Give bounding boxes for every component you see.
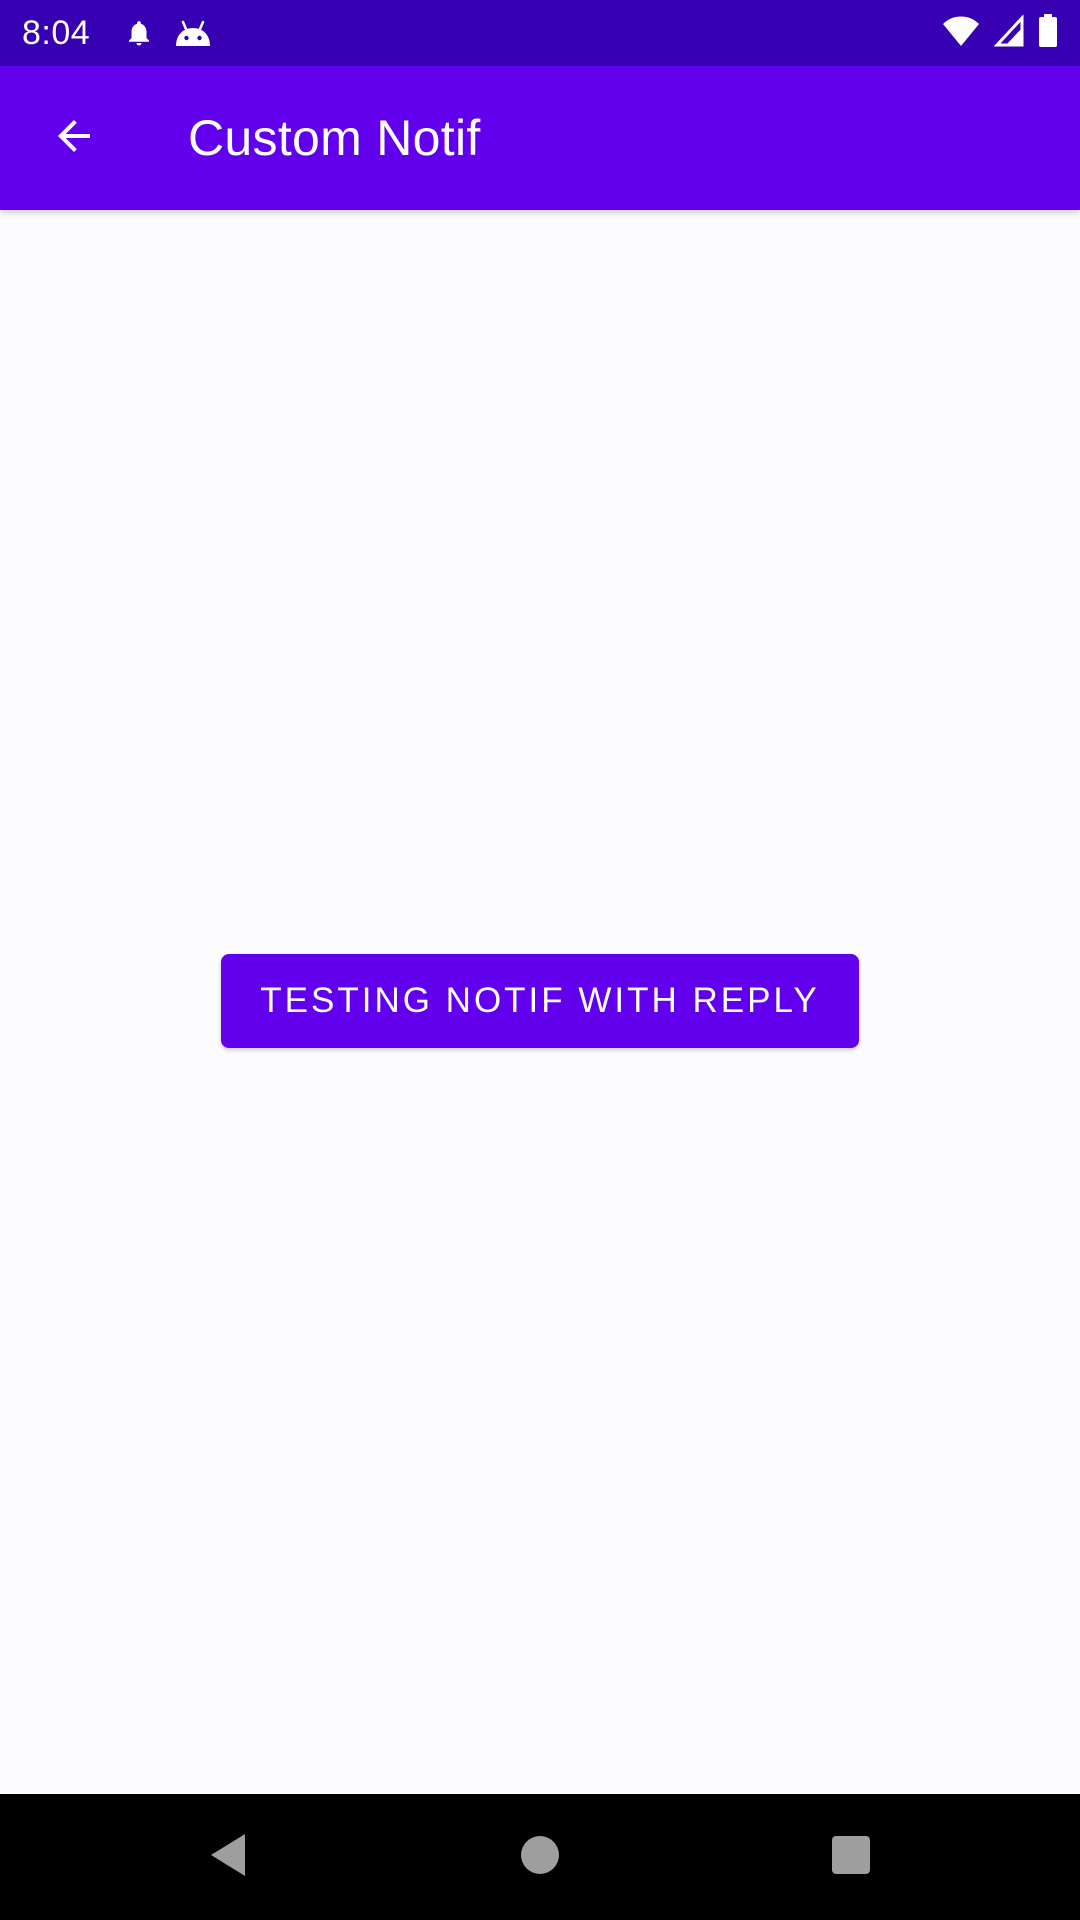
status-bar: 8:04 — [0, 0, 1080, 66]
arrow-back-icon — [50, 112, 98, 165]
battery-icon — [1038, 13, 1058, 53]
screen: 8:04 Custom Notif TESTING NOTIF WITH REP… — [0, 0, 1080, 1920]
android-icon — [174, 18, 212, 48]
nav-home-button[interactable] — [470, 1794, 610, 1920]
testing-notif-with-reply-button[interactable]: TESTING NOTIF WITH REPLY — [221, 954, 859, 1048]
back-button[interactable] — [18, 82, 130, 194]
recents-square-icon — [831, 1835, 871, 1880]
app-bar: Custom Notif — [0, 66, 1080, 210]
status-time: 8:04 — [22, 13, 91, 52]
wifi-icon — [942, 15, 980, 52]
back-triangle-icon — [207, 1832, 247, 1883]
nav-back-button[interactable] — [157, 1794, 297, 1920]
main-content: TESTING NOTIF WITH REPLY — [0, 210, 1080, 1794]
nav-recents-button[interactable] — [781, 1794, 921, 1920]
notification-bell-icon — [124, 16, 154, 50]
home-circle-icon — [519, 1834, 561, 1881]
status-right-icons — [942, 13, 1058, 53]
page-title: Custom Notif — [188, 110, 481, 166]
signal-icon — [993, 13, 1024, 52]
navigation-bar — [0, 1794, 1080, 1920]
